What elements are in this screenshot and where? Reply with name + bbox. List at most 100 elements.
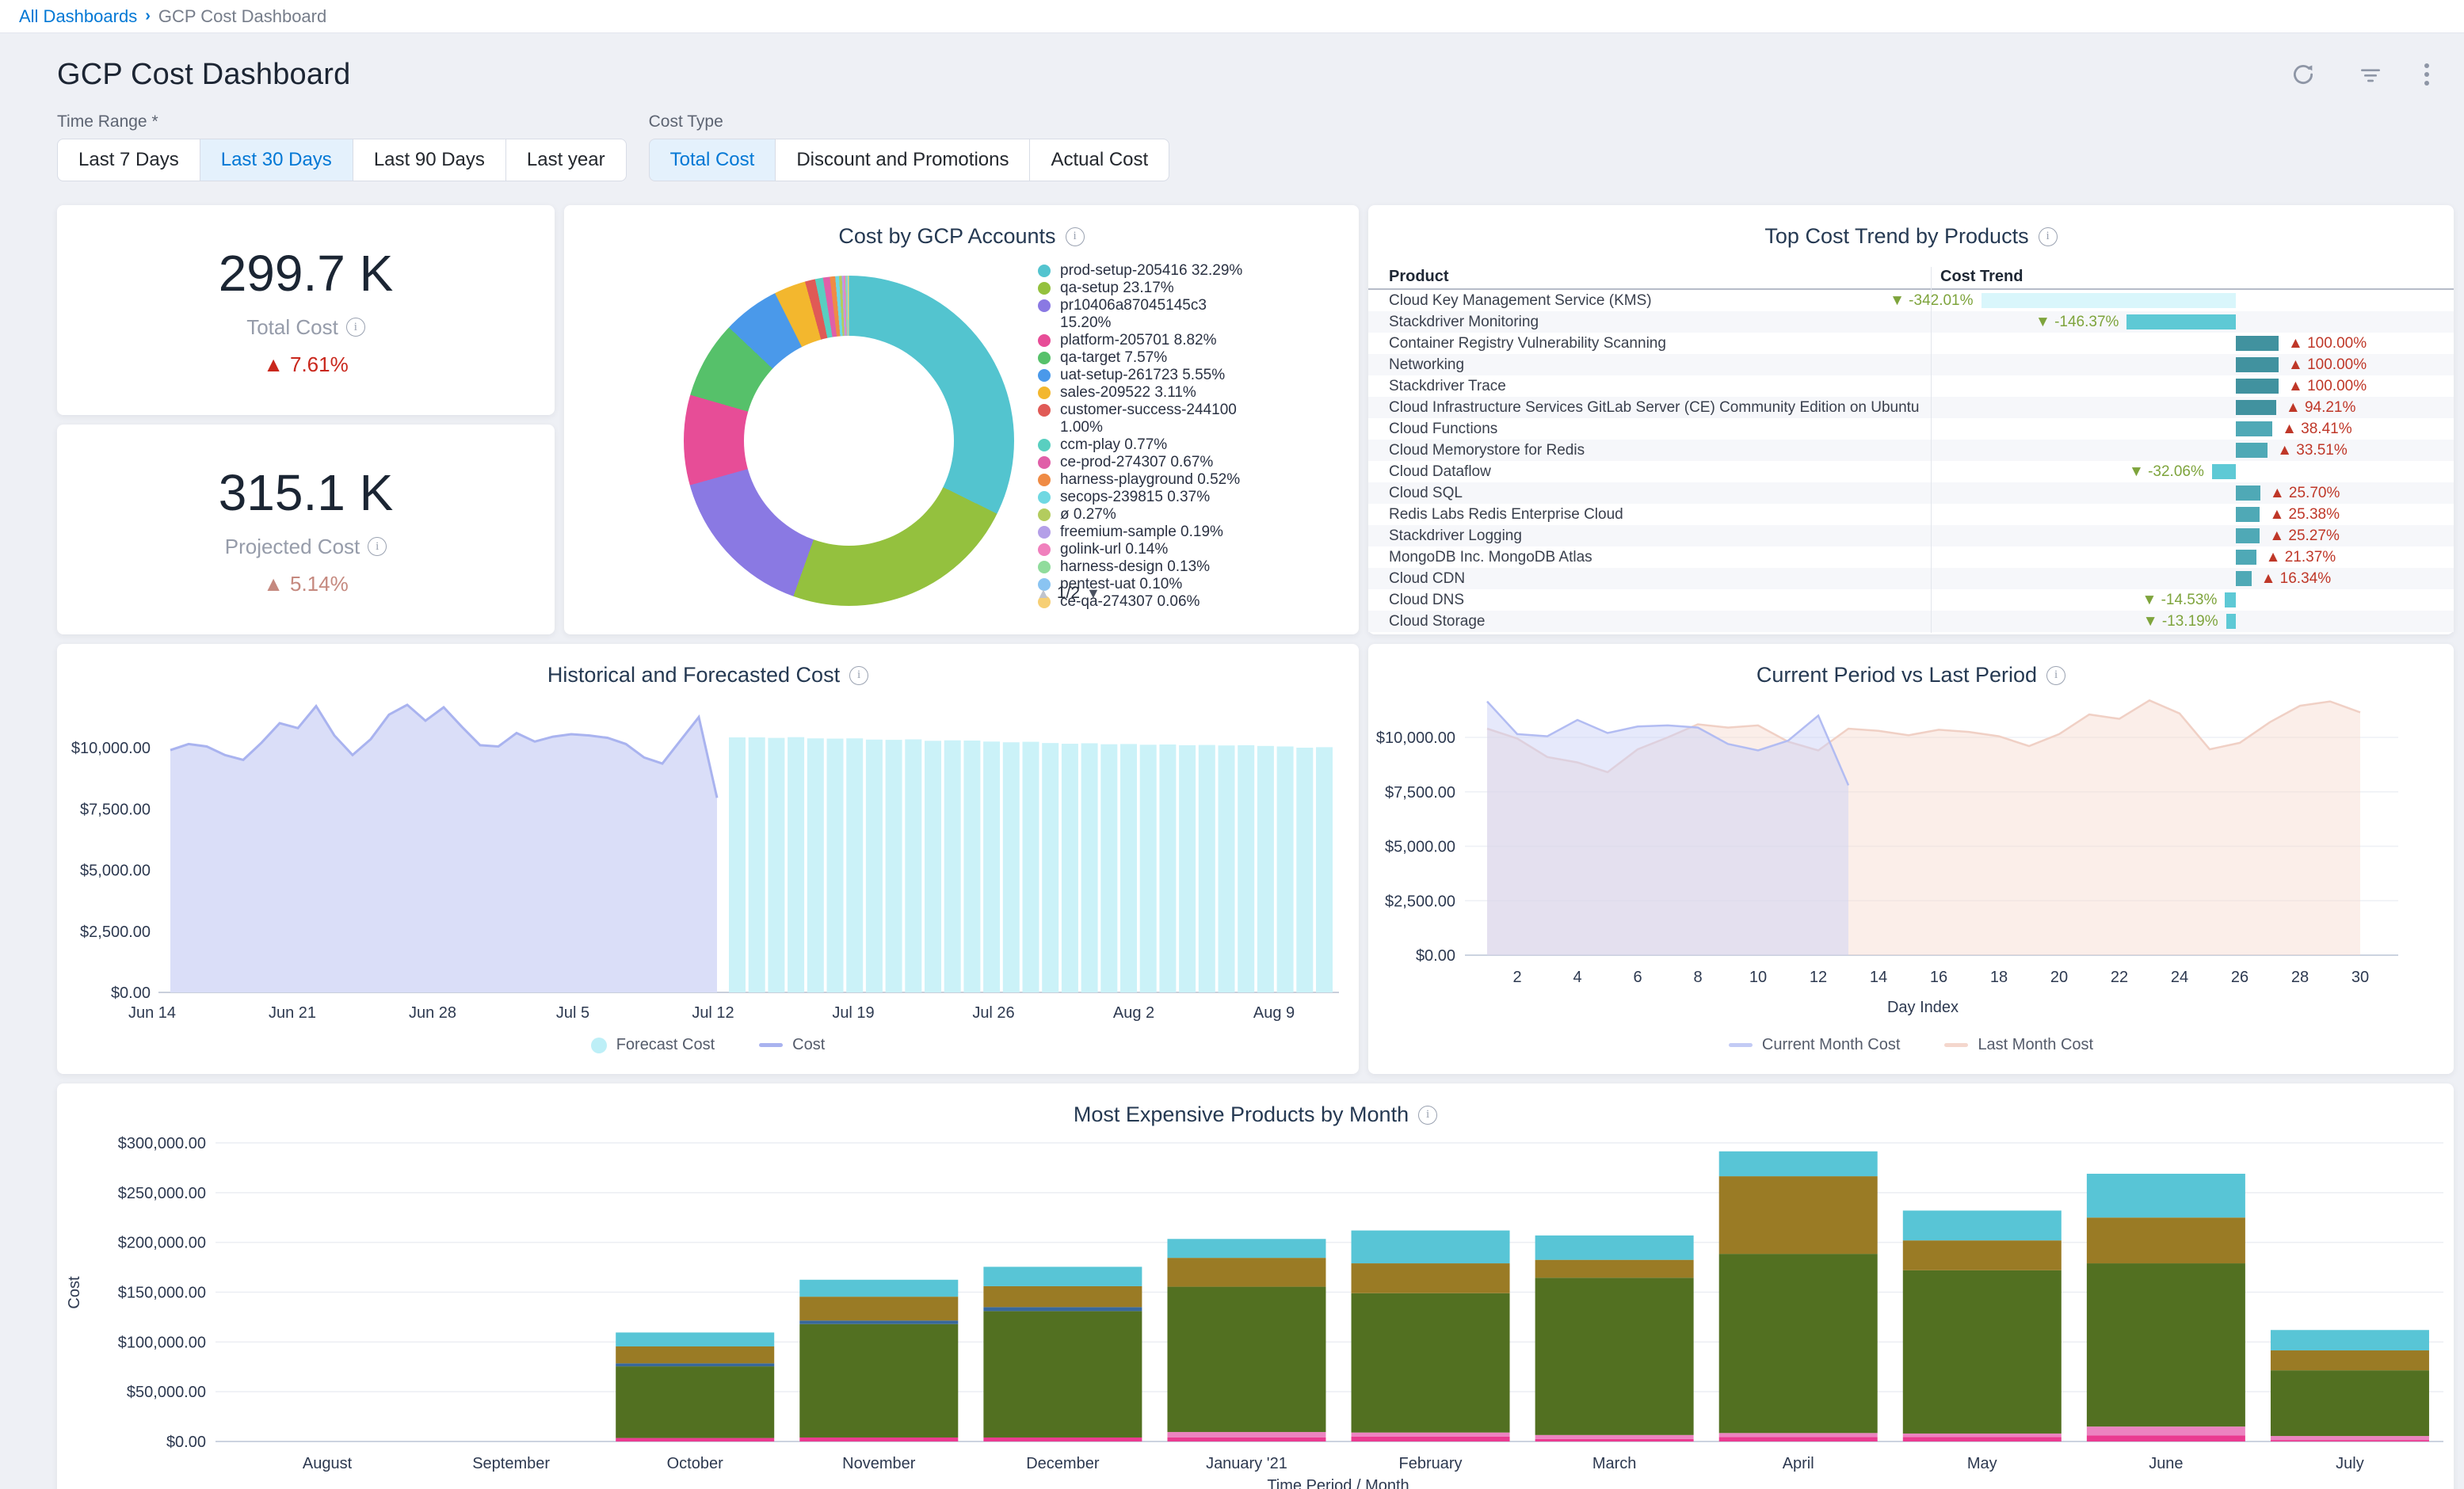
stacked-bar-segment-cyan[interactable]: [616, 1332, 774, 1346]
stacked-bar-segment-brown[interactable]: [983, 1286, 1142, 1307]
donut-legend-item[interactable]: qa-setup 23.17%: [1038, 280, 1246, 297]
forecast-bar[interactable]: [1042, 743, 1058, 992]
donut-legend-item[interactable]: qa-target 7.57%: [1038, 349, 1246, 367]
stacked-bar-segment-brown[interactable]: [1352, 1263, 1510, 1293]
forecast-bar[interactable]: [1199, 745, 1215, 992]
table-row[interactable]: MongoDB Inc. MongoDB Atlas▲ 21.37%: [1368, 546, 2454, 568]
stacked-bar-segment-pink[interactable]: [2087, 1435, 2245, 1441]
stacked-bar-segment-olive-green[interactable]: [616, 1366, 774, 1438]
stacked-bar-segment-blue[interactable]: [983, 1307, 1142, 1311]
column-header-cost-trend[interactable]: Cost Trend: [1940, 268, 2023, 286]
trend-bar[interactable]: [2236, 550, 2256, 565]
forecast-bar[interactable]: [1277, 746, 1294, 992]
trend-bar[interactable]: [2126, 314, 2236, 329]
forecast-bar[interactable]: [807, 738, 824, 992]
stacked-bar-segment-cyan[interactable]: [799, 1280, 958, 1297]
forecast-bar[interactable]: [1100, 744, 1117, 992]
donut-legend-item[interactable]: prod-setup-205416 32.29%: [1038, 262, 1246, 280]
stacked-bar-segment-pink[interactable]: [616, 1438, 774, 1441]
trend-bar[interactable]: [2236, 486, 2260, 501]
monthly-products-chart[interactable]: $0.00$50,000.00$100,000.00$150,000.00$20…: [57, 1083, 2454, 1489]
forecast-bar[interactable]: [827, 739, 844, 992]
forecast-bar[interactable]: [1219, 745, 1235, 992]
donut-legend-item[interactable]: platform-205701 8.82%: [1038, 332, 1246, 349]
stacked-bar-segment-cyan[interactable]: [1352, 1231, 1510, 1263]
stacked-bar-segment-olive-green[interactable]: [1719, 1254, 1878, 1433]
table-row[interactable]: Stackdriver Monitoring▼ -146.37%: [1368, 311, 2454, 333]
stacked-bar-segment-light-pink[interactable]: [1719, 1433, 1878, 1437]
table-row[interactable]: Cloud Infrastructure Services GitLab Ser…: [1368, 397, 2454, 418]
trend-bar[interactable]: [2236, 336, 2279, 351]
time-range-option-last-7-days[interactable]: Last 7 Days: [57, 139, 200, 181]
trend-bar[interactable]: [2226, 614, 2236, 629]
forecast-bar[interactable]: [1081, 743, 1098, 992]
donut-legend-item[interactable]: freemium-sample 0.19%: [1038, 524, 1246, 541]
current-month-cost-area[interactable]: [1487, 702, 1848, 955]
stacked-bar-segment-cyan[interactable]: [1167, 1239, 1325, 1258]
stacked-bar-segment-olive-green[interactable]: [1352, 1293, 1510, 1433]
stacked-bar-segment-olive-green[interactable]: [799, 1324, 958, 1438]
stacked-bar-segment-brown[interactable]: [2087, 1217, 2245, 1263]
forecast-bar[interactable]: [1238, 745, 1254, 992]
gcp-accounts-donut-chart[interactable]: [684, 276, 1014, 606]
stacked-bar-segment-olive-green[interactable]: [1535, 1278, 1694, 1435]
forecast-bar[interactable]: [729, 737, 746, 992]
stacked-bar-segment-cyan[interactable]: [1903, 1210, 2062, 1240]
table-row[interactable]: Cloud Dataflow▼ -32.06%: [1368, 461, 2454, 482]
forecast-bar[interactable]: [905, 739, 921, 992]
stacked-bar-segment-pink[interactable]: [799, 1438, 958, 1441]
forecast-bar[interactable]: [1316, 747, 1333, 992]
info-icon[interactable]: i: [1066, 227, 1085, 246]
stacked-bar-segment-brown[interactable]: [616, 1346, 774, 1363]
stacked-bar-segment-brown[interactable]: [2271, 1350, 2429, 1370]
forecast-bar[interactable]: [886, 740, 902, 992]
stacked-bar-segment-olive-green[interactable]: [983, 1311, 1142, 1438]
forecast-bar[interactable]: [925, 741, 941, 992]
page-up-icon[interactable]: ▲: [1036, 585, 1051, 602]
stacked-bar-segment-light-pink[interactable]: [2087, 1426, 2245, 1435]
refresh-icon[interactable]: [2290, 61, 2317, 88]
forecast-bar[interactable]: [749, 737, 765, 992]
stacked-bar-segment-brown[interactable]: [1719, 1176, 1878, 1254]
donut-legend-item[interactable]: uat-setup-261723 5.55%: [1038, 367, 1246, 384]
donut-legend-item[interactable]: sales-209522 3.11%: [1038, 384, 1246, 402]
info-icon[interactable]: i: [346, 318, 365, 337]
forecast-bar[interactable]: [788, 737, 804, 992]
table-row[interactable]: Cloud Key Management Service (KMS)▼ -342…: [1368, 290, 2454, 311]
donut-legend-item[interactable]: ø 0.27%: [1038, 506, 1246, 524]
donut-legend-item[interactable]: pr10406a87045145c3 15.20%: [1038, 297, 1246, 332]
forecast-bar[interactable]: [866, 740, 883, 992]
time-range-option-last-90-days[interactable]: Last 90 Days: [353, 139, 506, 181]
stacked-bar-segment-light-pink[interactable]: [1352, 1433, 1510, 1437]
stacked-bar-segment-brown[interactable]: [1903, 1240, 2062, 1270]
trend-bar[interactable]: [2236, 379, 2279, 394]
donut-legend-item[interactable]: harness-playground 0.52%: [1038, 471, 1246, 489]
stacked-bar-segment-light-pink[interactable]: [1903, 1434, 2062, 1437]
trend-bar[interactable]: [2236, 507, 2260, 522]
time-range-option-last-year[interactable]: Last year: [505, 139, 627, 181]
stacked-bar-segment-cyan[interactable]: [1535, 1236, 1694, 1260]
stacked-bar-segment-brown[interactable]: [1167, 1258, 1325, 1286]
donut-legend-item[interactable]: ccm-play 0.77%: [1038, 436, 1246, 454]
forecast-bar[interactable]: [768, 738, 784, 992]
cost-type-option-total-cost[interactable]: Total Cost: [649, 139, 776, 181]
stacked-bar-segment-pink[interactable]: [2271, 1440, 2429, 1441]
legend-item[interactable]: Last Month Cost: [1944, 1036, 2093, 1054]
stacked-bar-segment-brown[interactable]: [799, 1297, 958, 1320]
stacked-bar-segment-cyan[interactable]: [983, 1266, 1142, 1286]
cost-type-option-discount-and-promotions[interactable]: Discount and Promotions: [775, 139, 1030, 181]
cost-type-option-actual-cost[interactable]: Actual Cost: [1029, 139, 1169, 181]
donut-legend-item[interactable]: customer-success-244100 1.00%: [1038, 402, 1246, 436]
breadcrumb-all-dashboards-link[interactable]: All Dashboards: [19, 6, 137, 27]
trend-bar[interactable]: [2236, 421, 2272, 436]
trend-bar[interactable]: [2236, 528, 2260, 543]
trend-bar[interactable]: [2236, 571, 2252, 586]
trend-bar[interactable]: [2236, 443, 2268, 458]
stacked-bar-segment-pink[interactable]: [1167, 1438, 1325, 1441]
table-row[interactable]: Container Registry Vulnerability Scannin…: [1368, 333, 2454, 354]
stacked-bar-segment-light-pink[interactable]: [1535, 1435, 1694, 1439]
forecast-bar[interactable]: [1140, 744, 1157, 992]
filter-icon[interactable]: [2358, 62, 2383, 87]
table-row[interactable]: Cloud Storage▼ -13.19%: [1368, 611, 2454, 632]
stacked-bar-segment-cyan[interactable]: [2271, 1330, 2429, 1350]
